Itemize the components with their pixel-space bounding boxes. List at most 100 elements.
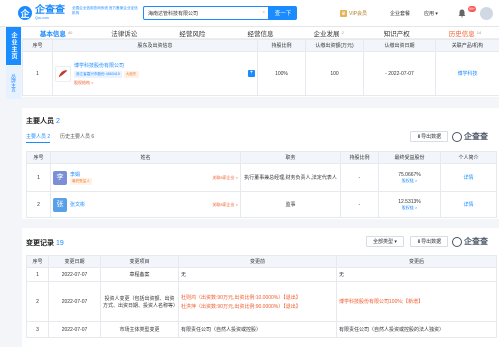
tab-ip[interactable]: 知识产权: [363, 27, 431, 38]
col-role: 职务: [240, 151, 341, 164]
product-cell[interactable]: 博学科技: [435, 51, 499, 96]
date-cell: - 2022-07-07: [363, 51, 436, 96]
search-input[interactable]: 海南达管科技有限公司 ×: [143, 6, 269, 20]
table-row: 1 博学科技股份有限公司 浙江省嘉兴市股份 4563415 大股东 股权结构 > …: [22, 51, 499, 96]
export-changes-button[interactable]: ⬇ 导出数据: [410, 236, 448, 247]
company-logo: [55, 65, 71, 82]
changes-title: 变更记录 19: [26, 240, 64, 247]
notification-badge: 99+: [468, 6, 476, 12]
tab-operation[interactable]: 经营信息: [226, 27, 294, 38]
date-cell: 2022-07-07: [48, 281, 101, 322]
col-index: 序号: [22, 39, 53, 52]
clear-icon[interactable]: ×: [262, 10, 265, 16]
vip-link[interactable]: ♛ VIP会员: [340, 9, 380, 18]
row-index: 1: [22, 51, 53, 96]
expand-icon[interactable]: +: [248, 70, 255, 77]
change-type-select[interactable]: 全部类型 ▾: [366, 236, 404, 247]
col-name: 姓名: [50, 151, 241, 164]
related-companies-link[interactable]: 关联8家企业 >: [212, 175, 238, 181]
top-bar: 企 企查查 Qcc.com 全国企业信用查询系统 官方备案企业征信机构 海南达管…: [0, 0, 499, 27]
nav-apps[interactable]: 应用 ▾: [424, 10, 438, 17]
role-cell: 执行董事兼总经理,财务负责人,法定代表人: [240, 163, 341, 192]
col-bio: 个人简介: [440, 151, 497, 164]
col-amount: 认缴出资额(万元): [305, 39, 364, 52]
user-avatar[interactable]: [480, 7, 493, 20]
col-product: 关联产品/机构: [435, 39, 499, 52]
share-cell: -: [340, 191, 379, 218]
tab-risk[interactable]: 经营风险: [158, 27, 226, 38]
shareholder-tag: 浙江省嘉兴市股份 4563415: [74, 70, 122, 78]
qcc-logo[interactable]: 企 企查查 Qcc.com: [18, 4, 72, 22]
qcc-watermark-logo: 企查查: [452, 236, 488, 247]
tab-development[interactable]: 企业发展 2: [295, 27, 363, 38]
export-personnel-button[interactable]: ⬇ 导出数据: [410, 131, 448, 142]
side-tab-brand[interactable]: 品牌主页: [6, 66, 21, 99]
avatar: 张: [53, 197, 67, 212]
person-name[interactable]: 张文彬: [70, 201, 212, 208]
beneficiary-badge: 最终受益人: [70, 177, 92, 185]
side-tab-company[interactable]: 企业主页: [6, 27, 21, 65]
shareholders-table: 序号 股东及出资信息 持股比例 认缴出资额(万元) 认缴出资日期 关联产品/机构…: [22, 39, 499, 96]
row-index: 1: [26, 267, 49, 282]
benefit-cell: 75.0667% 股权链 >: [378, 163, 441, 192]
logo-sub: Qcc.com: [35, 15, 49, 20]
personnel-table: 序号 姓名 职务 持股比例 最终受益股份 个人简介 1 李 李娟 最终受益人 关…: [26, 151, 497, 218]
after-cell: 无: [336, 267, 497, 282]
logo-mark-icon: 企: [18, 6, 32, 20]
person-name[interactable]: 李娟: [70, 171, 212, 178]
personnel-table-wrap: 序号 姓名 职务 持股比例 最终受益股份 个人简介 1 李 李娟 最终受益人 关…: [26, 151, 497, 218]
col-before: 变更前: [178, 255, 337, 268]
role-cell: 监事: [240, 191, 341, 218]
shareholders-panel: 序号 股东及出资信息 持股比例 认缴出资额(万元) 认缴出资日期 关联产品/机构…: [22, 39, 499, 97]
before-cell: 无: [178, 267, 337, 282]
before-entry: 杜则鸿（出资数:90万元,出资比例:10.0000%）【退出】: [181, 294, 301, 301]
table-row: 2 2022-07-07 投资人变更（包括出资额、出资方式、出资日期、投资人名称…: [26, 281, 497, 322]
detail-link[interactable]: 详情: [440, 163, 497, 192]
benefit-cell: 12.5313% 股权链 >: [378, 191, 441, 218]
avatar: 李: [53, 170, 67, 185]
col-shareholder: 股东及出资信息: [52, 39, 258, 52]
col-after: 变更后: [336, 255, 497, 268]
qcc-watermark-logo: 企查查: [452, 131, 488, 142]
personnel-title: 主要人员 2: [26, 118, 60, 125]
date-cell: 2022-07-07: [48, 321, 101, 338]
related-companies-link[interactable]: 关联8家企业 >: [212, 202, 238, 208]
person-cell: 李 李娟 最终受益人 关联8家企业 >: [50, 163, 241, 192]
person-cell: 张 张文彬 关联8家企业 >: [50, 191, 241, 218]
row-index: 2: [26, 281, 49, 322]
col-ratio: 持股比例: [257, 39, 306, 52]
row-index: 1: [26, 163, 51, 192]
tab-history-personnel[interactable]: 历史主要人员 6: [60, 133, 94, 140]
after-cell: 有限责任公司（自然人投资或控股的法人独资）: [336, 321, 497, 338]
col-benefit: 最终受益股份: [378, 151, 441, 164]
before-cell: 有限责任公司（自然人投资或控股）: [178, 321, 337, 338]
vip-label: VIP会员: [349, 11, 368, 17]
ratio-cell: 100%: [257, 51, 306, 96]
col-share: 持股比例: [340, 151, 379, 164]
main-tabs: 基本信息 40 法律诉讼 经营风险 经营信息 企业发展 2 知识产权 历史信息 14: [22, 27, 499, 39]
slogan: 全国企业信用查询系统 官方备案企业征信机构: [72, 6, 138, 15]
tab-history[interactable]: 历史信息 14: [431, 27, 499, 38]
tab-current-personnel[interactable]: 主要人员 2: [26, 133, 51, 143]
equity-structure-link[interactable]: 股权结构 >: [74, 80, 248, 86]
tab-basic-info[interactable]: 基本信息 40: [22, 27, 90, 38]
detail-link[interactable]: 详情: [440, 191, 497, 218]
changes-table-wrap: 序号 变更日期 变更项目 变更前 变更后 1 2022-07-07 章程备案 无…: [26, 255, 497, 347]
table-row: 3 2022-07-07 市场主体类型变更 有限责任公司（自然人投资或控股） 有…: [26, 321, 497, 338]
item-cell: 投资人变更（包括出资额、出资方式、出资日期、投资人名称等）: [100, 281, 179, 322]
shareholder-name[interactable]: 博学科技股份有限公司: [74, 62, 248, 69]
equity-path-link[interactable]: 股权链 >: [381, 205, 438, 211]
equity-path-link[interactable]: 股权链 >: [381, 178, 438, 184]
search-button[interactable]: 查一下: [269, 6, 297, 20]
col-index: 序号: [26, 151, 51, 164]
col-item: 变更项目: [100, 255, 179, 268]
nav-services[interactable]: 企业套餐: [390, 10, 410, 17]
crown-icon: ♛: [340, 10, 347, 17]
row-index: 2: [26, 191, 51, 218]
search-value: 海南达管科技有限公司: [148, 11, 199, 17]
tab-legal[interactable]: 法律诉讼: [90, 27, 158, 38]
bell-icon[interactable]: [458, 9, 466, 18]
table-row: 1 2022-07-07 章程备案 无 无: [26, 267, 497, 282]
before-entry: 杜洪萍（出资数:90万元,出资比例:90.0000%）【退出】: [181, 303, 301, 310]
changes-table: 序号 变更日期 变更项目 变更前 变更后 1 2022-07-07 章程备案 无…: [26, 255, 497, 338]
